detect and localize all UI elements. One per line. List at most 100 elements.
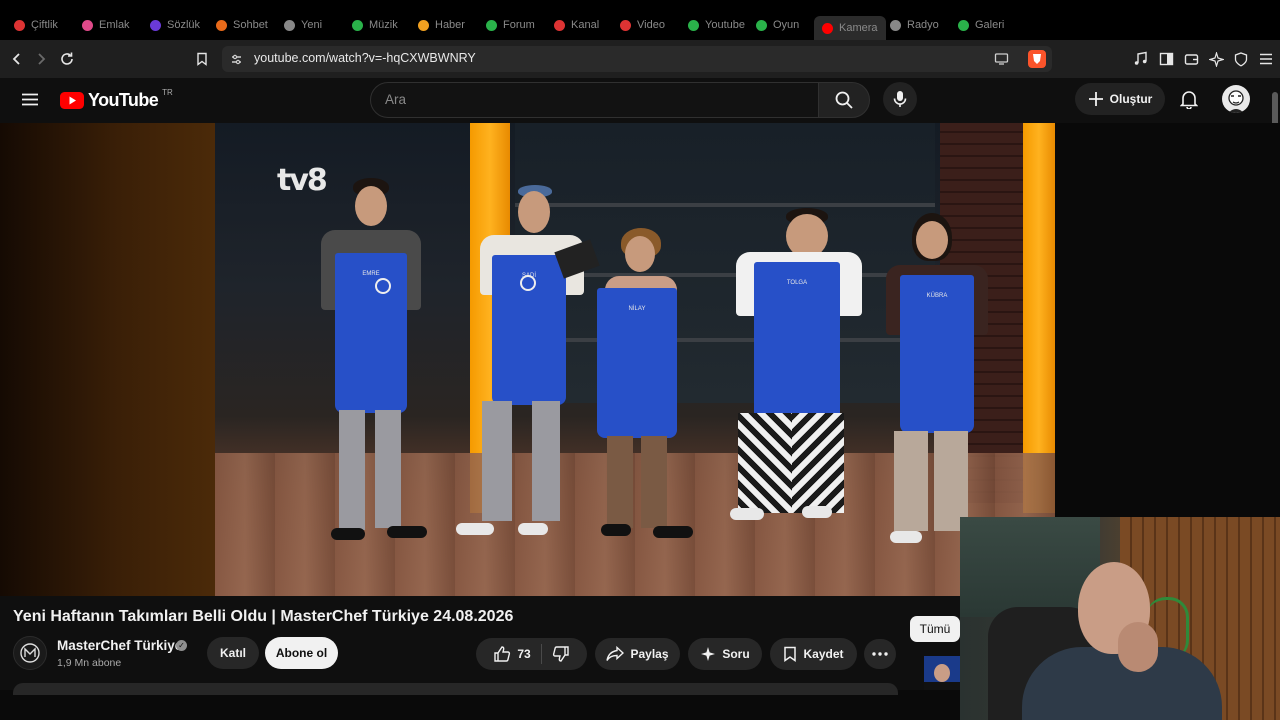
- tab-label: Video: [637, 19, 665, 31]
- save-label: Kaydet: [803, 647, 844, 661]
- vpn-button[interactable]: [1228, 46, 1254, 72]
- browser-tab[interactable]: Forum: [486, 14, 535, 36]
- youtube-logo[interactable]: YouTube TR: [60, 88, 173, 111]
- video-frame[interactable]: tv8 EMRE SADİ NİLAY TOLGA KÜBRA: [215, 123, 1055, 596]
- subscribe-button[interactable]: Abone ol: [265, 637, 338, 669]
- masterchef-logo-icon: [375, 278, 391, 294]
- join-button[interactable]: Katıl: [207, 637, 259, 669]
- dislike-button[interactable]: [552, 645, 570, 663]
- browser-tab[interactable]: Sohbet: [216, 14, 268, 36]
- lion-icon: [1033, 54, 1041, 64]
- notifications-button[interactable]: [1176, 86, 1202, 112]
- more-actions-button[interactable]: [864, 639, 896, 669]
- music-note-icon: [1134, 51, 1147, 65]
- avatar-face-icon: [1228, 90, 1244, 113]
- contestant-kubra: KÜBRA: [880, 213, 1000, 553]
- tab-favicon-icon: [150, 19, 161, 31]
- leg: [532, 401, 560, 521]
- url-text[interactable]: youtube.com/watch?v=-hqCXWBWNRY: [254, 51, 476, 65]
- browser-tab[interactable]: Kanal: [554, 14, 599, 36]
- recommended-video-thumbnail[interactable]: [924, 656, 962, 690]
- filter-chip-all[interactable]: Tümü: [910, 616, 960, 642]
- reload-button[interactable]: [54, 46, 80, 72]
- forward-button[interactable]: [28, 46, 54, 72]
- browser-tab-strip: Çiftlik Emlak Sözlük Sohbet Yeni Müzik H…: [0, 0, 1280, 40]
- masterchef-logo-icon: [20, 643, 40, 663]
- brave-shield-icon[interactable]: [1028, 50, 1046, 68]
- address-bar[interactable]: youtube.com/watch?v=-hqCXWBWNRY: [222, 46, 1052, 72]
- shoe: [601, 524, 631, 536]
- account-avatar[interactable]: [1222, 85, 1250, 113]
- tab-label: Radyo: [907, 19, 939, 31]
- browser-tab[interactable]: Oyun: [756, 14, 799, 36]
- tab-favicon-icon: [958, 19, 969, 31]
- channel-name[interactable]: MasterChef Türkiye: [57, 638, 182, 653]
- like-button[interactable]: 73: [493, 645, 531, 663]
- ask-button[interactable]: Soru: [688, 638, 762, 670]
- browser-tab[interactable]: Galeri: [958, 14, 1004, 36]
- back-button[interactable]: [4, 46, 30, 72]
- tab-favicon-icon: [486, 19, 497, 31]
- search-input[interactable]: Ara: [370, 82, 820, 118]
- contestant-emre: EMRE: [303, 178, 433, 558]
- thumbs-down-icon: [552, 646, 569, 662]
- tab-favicon-icon: [82, 19, 93, 31]
- tab-favicon-icon: [822, 22, 833, 34]
- head: [355, 186, 387, 226]
- sidebar-toggle-button[interactable]: [1153, 46, 1179, 72]
- media-button[interactable]: [1128, 46, 1154, 72]
- masterchef-logo-icon: [520, 275, 536, 291]
- hamburger-icon: [22, 93, 38, 105]
- leo-ai-button[interactable]: [1203, 46, 1229, 72]
- tab-label: Oyun: [773, 19, 800, 31]
- browser-tab-active[interactable]: Kamera: [814, 16, 886, 40]
- search-button[interactable]: [818, 82, 870, 118]
- browser-tab[interactable]: Video: [620, 14, 665, 36]
- tab-favicon-icon: [756, 19, 767, 31]
- streamer-webcam: [960, 517, 1280, 720]
- microphone-icon: [893, 91, 907, 107]
- browser-tab[interactable]: Radyo: [890, 14, 939, 36]
- browser-tab[interactable]: Emlak: [82, 14, 130, 36]
- share-button[interactable]: Paylaş: [595, 638, 680, 670]
- plus-icon: [1088, 92, 1103, 106]
- tab-label: Galeri: [975, 19, 1005, 31]
- shoe: [802, 506, 832, 518]
- search-placeholder: Ara: [385, 92, 407, 107]
- description-box[interactable]: [13, 683, 898, 695]
- tab-favicon-icon: [216, 19, 227, 31]
- tab-label: Haber: [435, 19, 465, 31]
- browser-tab[interactable]: Müzik: [352, 14, 398, 36]
- cast-icon[interactable]: [994, 52, 1009, 66]
- share-label: Paylaş: [630, 647, 669, 661]
- tab-favicon-icon: [284, 19, 295, 31]
- browser-tab[interactable]: Sözlük: [150, 14, 200, 36]
- verified-badge-icon: ✓: [176, 640, 187, 651]
- bookmark-button[interactable]: [189, 46, 215, 72]
- save-button[interactable]: Kaydet: [770, 638, 857, 670]
- shoe: [890, 531, 922, 543]
- shoe: [518, 523, 548, 535]
- apron-name-tag: NİLAY: [628, 306, 646, 312]
- apron: TOLGA: [754, 262, 840, 420]
- channel-avatar[interactable]: [13, 636, 47, 670]
- voice-search-button[interactable]: [883, 82, 917, 116]
- browser-tab[interactable]: Yeni: [284, 14, 322, 36]
- browser-tab[interactable]: Haber: [418, 14, 465, 36]
- site-info-icon[interactable]: [230, 53, 243, 66]
- browser-tab[interactable]: Youtube: [688, 14, 745, 36]
- browser-menu-button[interactable]: [1253, 46, 1279, 72]
- tab-label: Sohbet: [233, 19, 268, 31]
- patterned-pants: [792, 413, 844, 513]
- browser-tab[interactable]: Çiftlik: [14, 14, 58, 36]
- like-count: 73: [517, 647, 531, 661]
- apron: NİLAY: [597, 288, 677, 438]
- hamburger-icon: [1260, 53, 1272, 65]
- guide-menu-button[interactable]: [17, 86, 43, 112]
- wallet-button[interactable]: [1178, 46, 1204, 72]
- youtube-wordmark: YouTube: [88, 90, 159, 110]
- tab-label: Müzik: [369, 19, 398, 31]
- tab-label: Kamera: [839, 22, 878, 34]
- shoe: [653, 526, 693, 538]
- create-button[interactable]: Oluştur: [1075, 83, 1165, 115]
